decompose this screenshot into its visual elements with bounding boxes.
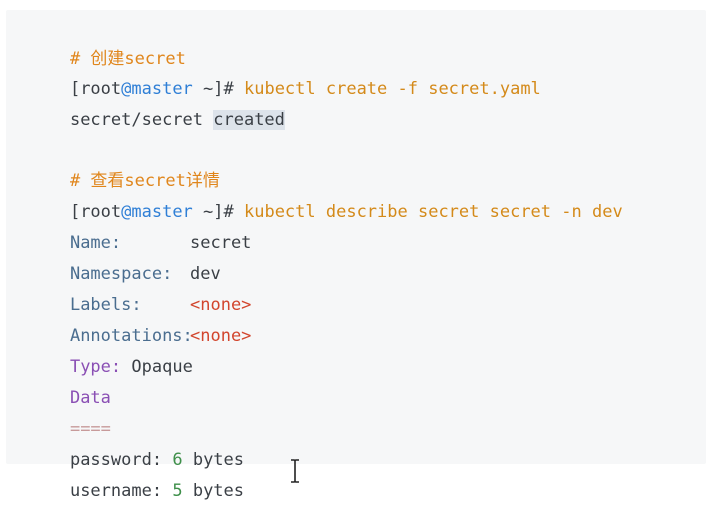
field-value: <none>: [190, 295, 252, 315]
text-cursor-icon: [288, 458, 302, 484]
field-value: <none>: [190, 326, 252, 346]
field-username: username: 5 bytes: [29, 458, 244, 524]
output-created: secret/secret created: [29, 87, 285, 153]
output-highlight: created: [213, 110, 285, 130]
code-block: # 创建secret [root@master ~]# kubectl crea…: [6, 10, 706, 501]
prompt-host: @master: [121, 202, 193, 222]
field-key: username:: [69, 481, 163, 501]
field-value: secret: [190, 233, 252, 253]
field-unit: bytes: [192, 481, 245, 501]
command-text: kubectl describe secret secret -n dev: [243, 202, 623, 222]
command-text: kubectl create -f secret.yaml: [243, 79, 541, 99]
output-prefix: secret/secret: [69, 110, 214, 130]
prompt-close: ~]#: [192, 202, 244, 222]
field-value: dev: [190, 264, 221, 284]
field-number: 5: [172, 481, 183, 501]
field-value: Opaque: [131, 357, 193, 377]
